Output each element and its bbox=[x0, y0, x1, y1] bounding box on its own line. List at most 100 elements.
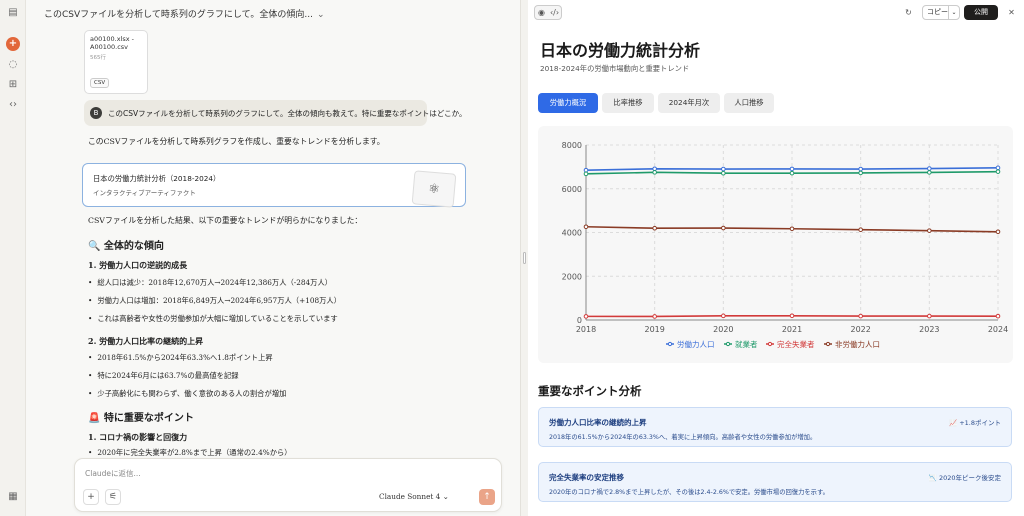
data-point bbox=[721, 170, 726, 176]
data-point bbox=[858, 313, 863, 319]
model-selector[interactable]: Claude Sonnet 4 ⌄ bbox=[379, 492, 449, 501]
key-points-title: 重要なポイント分析 bbox=[538, 384, 642, 398]
tab-overview[interactable]: 労働力概況 bbox=[538, 93, 598, 113]
user-menu-icon[interactable]: ▦ bbox=[6, 490, 20, 504]
file-type-badge: CSV bbox=[90, 78, 110, 88]
section-heading: 🔍 全体的な傾向 bbox=[88, 241, 164, 252]
data-point bbox=[583, 171, 589, 177]
data-point bbox=[789, 313, 795, 319]
card-title: 労働力人口比率の継続的上昇 bbox=[549, 418, 647, 427]
legend-dot bbox=[825, 341, 831, 347]
tools-button[interactable]: ⚟ bbox=[105, 489, 121, 505]
file-size: 565行 bbox=[90, 55, 106, 61]
data-point bbox=[721, 313, 726, 319]
artifact-subtitle: インタラクティブアーティファクト bbox=[93, 189, 196, 197]
list-item: 総人口は減少：2018年12,670万人→2024年12,386万人（-284万… bbox=[88, 278, 332, 288]
file-name: a00100.xlsx - A00100.csv bbox=[90, 35, 135, 51]
key-point-card: 完全失業率の安定推移 2020年のコロナ禍で2.8%まで上昇したが、その後は2.… bbox=[538, 462, 1012, 502]
data-point bbox=[789, 226, 795, 232]
x-tick-label: 2019 bbox=[644, 325, 664, 334]
sub-heading: 2. 労働力人口比率の継続的上昇 bbox=[88, 336, 204, 346]
sidebar-toggle-icon[interactable]: ▤ bbox=[6, 6, 20, 20]
legend-dot bbox=[767, 341, 773, 347]
eye-icon[interactable]: ◉ bbox=[535, 6, 548, 19]
list-item: 労働力人口は増加：2018年6,849万人→2024年6,957万人（+108万… bbox=[88, 296, 341, 306]
data-point bbox=[927, 166, 932, 171]
x-tick-label: 2021 bbox=[782, 325, 802, 334]
tab-monthly[interactable]: 2024年月次 bbox=[658, 93, 720, 113]
legend-label: 労働力人口 bbox=[677, 339, 715, 349]
copy-label: コピー bbox=[927, 8, 948, 16]
new-chat-button[interactable]: + bbox=[6, 37, 20, 51]
artifacts-icon[interactable]: ‹› bbox=[6, 98, 20, 112]
close-icon[interactable]: ✕ bbox=[1005, 6, 1018, 19]
chart-container: 0 2000 4000 6000 8000 2018 2019 2020 2021 2022 202… bbox=[538, 126, 1013, 363]
page-subtitle: 2018-2024年の労働市場動向と重要トレンド bbox=[540, 64, 690, 73]
data-point bbox=[858, 170, 863, 176]
data-point bbox=[583, 224, 589, 230]
legend-dot bbox=[725, 341, 731, 347]
avatar: B bbox=[90, 107, 102, 119]
data-point bbox=[927, 170, 932, 175]
sub-heading: 1. 労働力人口の逆説的成長 bbox=[88, 260, 188, 270]
data-point bbox=[927, 228, 932, 233]
chats-icon[interactable]: ◌ bbox=[6, 58, 20, 72]
line-chart: 0 2000 4000 6000 8000 2018 2019 2020 2021 2022 202… bbox=[562, 141, 1009, 349]
artifact-card[interactable]: 日本の労働力統計分析（2018-2024） インタラクティブアーティファクト ⚛ bbox=[82, 163, 466, 208]
data-point bbox=[995, 169, 1001, 174]
reply-input[interactable]: Claudeに返信... bbox=[85, 468, 141, 479]
card-title: 完全失業率の安定推移 bbox=[549, 473, 624, 482]
x-tick-label: 2023 bbox=[919, 325, 939, 334]
data-point bbox=[995, 165, 1001, 171]
x-tick-label: 2020 bbox=[713, 325, 733, 334]
file-attachment[interactable]: a00100.xlsx - A00100.csv 565行 CSV bbox=[84, 30, 148, 94]
legend-label: 非労働力人口 bbox=[835, 339, 880, 349]
chat-title[interactable]: このCSVファイルを分析して時系列のグラフにして。全体の傾向... ⌄ bbox=[44, 7, 324, 20]
projects-icon[interactable]: ⊞ bbox=[6, 78, 20, 92]
key-point-card: 労働力人口比率の継続的上昇 2018年の61.5%から2024年の63.3%へ、… bbox=[538, 407, 1012, 447]
data-point bbox=[652, 225, 657, 231]
data-point bbox=[721, 225, 726, 231]
publish-button[interactable]: 公開 bbox=[964, 5, 998, 20]
refresh-icon[interactable]: ↻ bbox=[902, 6, 915, 19]
panel-divider[interactable] bbox=[520, 0, 528, 516]
list-item: 2018年61.5%から2024年63.3%へ1.8ポイント上昇 bbox=[88, 353, 272, 363]
y-tick-label: 2000 bbox=[562, 272, 582, 281]
tab-population[interactable]: 人口推移 bbox=[724, 93, 774, 113]
card-description: 2020年のコロナ禍で2.8%まで上昇したが、その後は2.4-2.6%で安定。労… bbox=[549, 489, 829, 496]
send-button[interactable]: ↑ bbox=[479, 489, 495, 505]
data-point bbox=[927, 313, 932, 319]
data-point bbox=[789, 170, 795, 176]
atom-icon: ⚛ bbox=[411, 170, 457, 208]
tab-ratio[interactable]: 比率推移 bbox=[602, 93, 654, 113]
artifact-title: 日本の労働力統計分析（2018-2024） bbox=[93, 174, 221, 183]
resize-handle[interactable] bbox=[523, 252, 526, 264]
data-point bbox=[858, 227, 863, 232]
reply-intro: このCSVファイルを分析して時系列グラフを作成し、重要なトレンドを分析します。 bbox=[88, 137, 385, 146]
card-badge: 📈 +1.8ポイント bbox=[949, 419, 1001, 427]
code-icon[interactable]: ‹/› bbox=[548, 6, 561, 19]
left-rail: ▤ + ◌ ⊞ ‹› ▦ bbox=[0, 0, 26, 516]
artifact-panel: ◉ ‹/› ↻ コピー ⌄ 公開 ✕ 日本の労働力統計分析 2018-2024年の… bbox=[528, 0, 1024, 516]
card-badge: 📉 2020年ピーク後安定 bbox=[928, 474, 1001, 482]
data-point bbox=[652, 314, 657, 319]
sub-heading: 1. コロナ禍の影響と回復力 bbox=[88, 432, 188, 442]
chat-panel: このCSVファイルを分析して時系列のグラフにして。全体の傾向... ⌄ a0010… bbox=[26, 0, 520, 516]
x-tick-label: 2022 bbox=[850, 325, 870, 334]
chat-title-text: このCSVファイルを分析して時系列のグラフにして。全体の傾向... bbox=[44, 10, 313, 20]
x-tick-label: 2024 bbox=[988, 325, 1008, 334]
model-name: Claude Sonnet 4 bbox=[379, 492, 441, 501]
data-point bbox=[995, 229, 1001, 235]
analysis-intro: CSVファイルを分析した結果、以下の重要なトレンドが明らかになりました： bbox=[88, 216, 363, 225]
composer: Claudeに返信... + ⚟ Claude Sonnet 4 ⌄ ↑ bbox=[74, 458, 502, 512]
y-tick-label: 0 bbox=[577, 316, 582, 325]
section-heading: 🚨 特に重要なポイント bbox=[88, 413, 194, 424]
chevron-down-icon[interactable]: ⌄ bbox=[948, 6, 959, 19]
data-point bbox=[858, 166, 863, 172]
data-point bbox=[652, 170, 657, 175]
copy-button[interactable]: コピー ⌄ bbox=[922, 5, 960, 20]
y-tick-label: 4000 bbox=[562, 229, 582, 238]
legend-dot bbox=[667, 341, 673, 347]
artifact-toolbar: ◉ ‹/› ↻ コピー ⌄ 公開 ✕ bbox=[528, 0, 1024, 26]
attach-button[interactable]: + bbox=[83, 489, 99, 505]
